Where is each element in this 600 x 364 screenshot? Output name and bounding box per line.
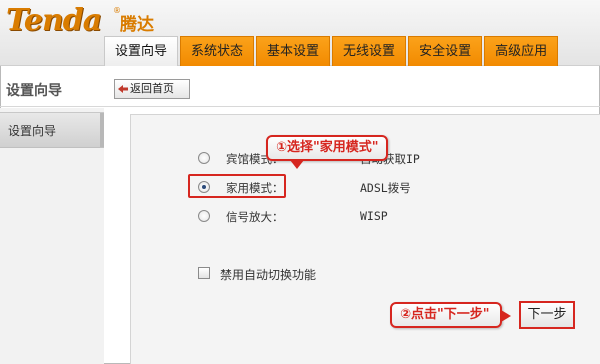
- mode-label-repeater: 信号放大：: [226, 210, 284, 224]
- radio-signal-boost[interactable]: [198, 210, 210, 222]
- header: Tenda ® 腾达 设置向导 系统状态 基本设置 无线设置 安全设置 高级应用: [0, 0, 600, 66]
- mode-desc-repeater: WISP: [360, 209, 388, 223]
- mode-desc-home: ADSL拨号: [360, 181, 411, 195]
- radio-hotel-mode[interactable]: [198, 152, 210, 164]
- callout-select-home-mode: ①选择"家用模式": [266, 135, 388, 169]
- tab-security-settings[interactable]: 安全设置: [408, 36, 483, 66]
- back-arrow-icon: [118, 85, 128, 93]
- tab-setup-wizard[interactable]: 设置向导: [104, 36, 179, 66]
- divider: [0, 106, 600, 107]
- back-home-button[interactable]: 返回首页: [114, 79, 190, 99]
- tab-advanced[interactable]: 高级应用: [484, 36, 559, 66]
- auto-switch-checkbox[interactable]: [198, 267, 210, 279]
- callout-click-next: ②点击"下一步": [390, 302, 511, 328]
- tab-system-status[interactable]: 系统状态: [180, 36, 255, 66]
- page-title: 设置向导: [6, 83, 62, 99]
- home-mode-highlight: [188, 174, 286, 198]
- tenda-logo: Tenda: [6, 3, 102, 38]
- sidebar-item-setup-wizard[interactable]: 设置向导: [0, 112, 104, 148]
- main-tabs: 设置向导 系统状态 基本设置 无线设置 安全设置 高级应用: [104, 36, 560, 66]
- tab-basic-settings[interactable]: 基本设置: [256, 36, 331, 66]
- tenda-logo-cn: 腾达: [120, 15, 154, 35]
- tab-wireless-settings[interactable]: 无线设置: [332, 36, 407, 66]
- next-button[interactable]: 下一步: [519, 301, 575, 329]
- sidebar: 设置向导: [0, 108, 104, 364]
- back-home-label: 返回首页: [130, 82, 174, 95]
- auto-switch-label: 禁用自动切换功能: [220, 268, 317, 282]
